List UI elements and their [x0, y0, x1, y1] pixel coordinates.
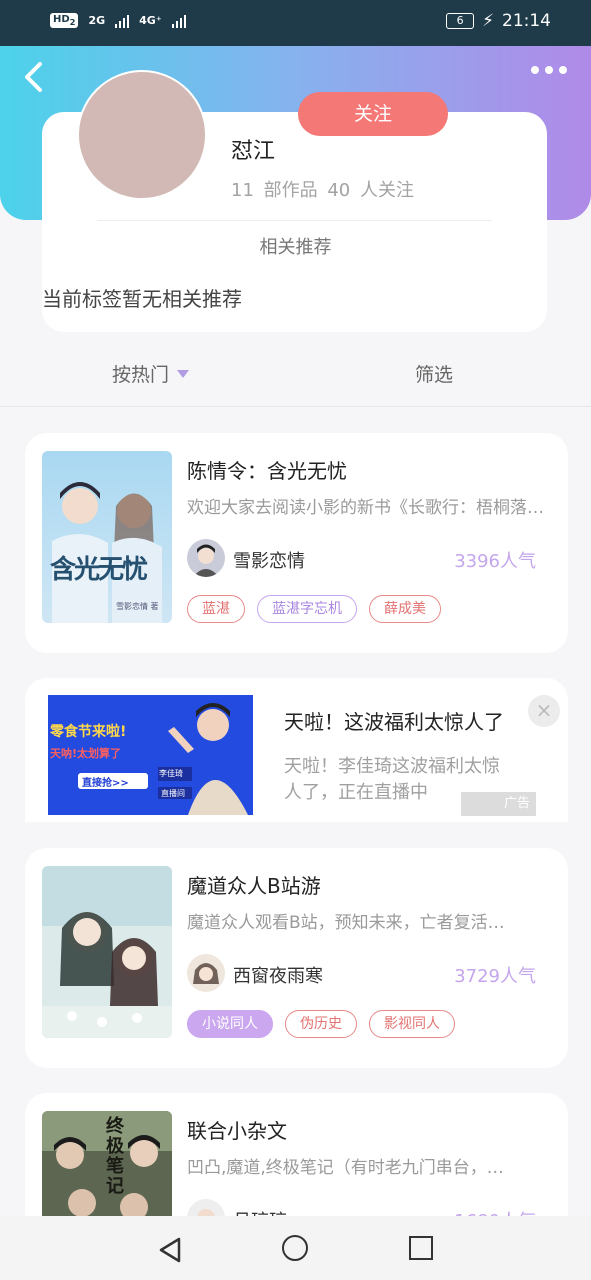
- cover-art: [42, 866, 172, 1038]
- ad-person-name: 李佳琦: [159, 769, 183, 778]
- cover-author-text: 雪影恋情 著: [116, 602, 159, 611]
- cover-title-text: 含光无忧: [50, 555, 148, 585]
- tag-list: 小说同人 伪历史 影视同人: [187, 1010, 455, 1038]
- book-description: 凹凸,魔道,终极笔记（有时老九门串台，…: [187, 1158, 504, 1178]
- tag-list: 蓝湛 蓝湛字忘机 薛成美: [187, 595, 441, 623]
- more-dot: [531, 66, 539, 74]
- book-description: 欢迎大家去阅读小影的新书《长歌行：梧桐落…: [187, 498, 544, 518]
- book-card[interactable]: 魔道众人B站游 魔道众人观看B站，预知未来，亡者复活… 西窗夜雨寒 3729人气…: [25, 848, 568, 1068]
- sort-hot-button[interactable]: 按热门: [112, 360, 190, 387]
- more-dot: [559, 66, 567, 74]
- book-cover[interactable]: 终极笔记: [42, 1111, 172, 1233]
- author-avatar[interactable]: [77, 70, 207, 200]
- sim-number: 2: [69, 16, 76, 27]
- popularity-count: 3396人气: [454, 551, 536, 572]
- ad-image[interactable]: 零食节来啦! 天呐!太划算了 直接抢>> 李佳琦 直播间: [48, 695, 253, 815]
- net-4g-label: 4G⁺: [139, 13, 162, 27]
- more-button[interactable]: [531, 66, 567, 74]
- book-card[interactable]: 含光无忧 雪影恋情 著 陈情令：含光无忧 欢迎大家去阅读小影的新书《长歌行：梧桐…: [25, 433, 568, 653]
- dropdown-triangle-icon: [177, 369, 190, 378]
- nav-back-button[interactable]: [157, 1236, 183, 1268]
- signal-icon-2: [171, 12, 186, 28]
- follow-button[interactable]: 关注: [298, 92, 448, 136]
- ad-badge: 广告: [461, 792, 536, 816]
- book-title[interactable]: 联合小杂文: [187, 1115, 287, 1144]
- author-name[interactable]: 雪影恋情: [233, 547, 305, 573]
- status-bar: HD2 2G 4G⁺ 6 ⚡ 21:14: [0, 0, 591, 46]
- status-left: HD2 2G 4G⁺: [50, 12, 186, 28]
- ad-title[interactable]: 天啦！这波福利太惊人了: [284, 706, 534, 735]
- book-title[interactable]: 陈情令：含光无忧: [187, 455, 347, 484]
- divider: [97, 220, 492, 221]
- signal-icon: [115, 12, 130, 28]
- nav-home-button[interactable]: [282, 1235, 308, 1261]
- tag[interactable]: 蓝湛字忘机: [257, 595, 357, 623]
- tag[interactable]: 小说同人: [187, 1010, 273, 1038]
- status-right: 6 ⚡ 21:14: [446, 11, 551, 31]
- more-dot: [545, 66, 553, 74]
- author-name: 怼江: [231, 139, 276, 164]
- ad-live-label: 直播间: [161, 789, 185, 798]
- tag[interactable]: 薛成美: [369, 595, 441, 623]
- net-2g-label: 2G: [88, 13, 106, 27]
- related-title: 相关推荐: [259, 237, 332, 258]
- book-cover[interactable]: [42, 866, 172, 1038]
- ad-close-button[interactable]: ×: [528, 695, 560, 727]
- system-nav-bar: [0, 1216, 591, 1280]
- hd-badge: HD2: [50, 12, 79, 28]
- book-description: 魔道众人观看B站，预知未来，亡者复活…: [187, 913, 505, 933]
- book-title[interactable]: 魔道众人B站游: [187, 870, 321, 899]
- nav-recent-button[interactable]: [409, 1236, 433, 1260]
- chevron-left-icon: [25, 62, 42, 92]
- back-button[interactable]: [20, 60, 50, 94]
- filter-button[interactable]: 筛选: [415, 360, 453, 387]
- sort-hot-label: 按热门: [112, 364, 170, 386]
- battery-icon: 6: [446, 13, 475, 29]
- nav-back-icon: [159, 1237, 181, 1263]
- related-empty-text: 当前标签暂无相关推荐: [42, 287, 242, 311]
- tag[interactable]: 伪历史: [285, 1010, 357, 1038]
- divider: [0, 406, 591, 407]
- hd-text: HD: [53, 13, 70, 25]
- author-avatar[interactable]: [187, 539, 225, 577]
- tag[interactable]: 影视同人: [369, 1010, 455, 1038]
- book-cover[interactable]: 含光无忧 雪影恋情 著: [42, 451, 172, 623]
- tag[interactable]: 蓝湛: [187, 595, 245, 623]
- charging-icon: ⚡: [482, 11, 494, 31]
- cover-art: [42, 451, 172, 623]
- book-card[interactable]: 终极笔记 联合小杂文 凹凸,魔道,终极笔记（有时老九门串台，… 月琼琼 1680…: [25, 1093, 568, 1233]
- ad-headline: 零食节来啦!: [50, 724, 127, 740]
- cover-title-text: 终极笔记: [106, 1116, 124, 1197]
- popularity-count: 3729人气: [454, 966, 536, 987]
- ad-subheadline: 天呐!太划算了: [50, 747, 122, 760]
- clock: 21:14: [502, 11, 551, 31]
- ad-card[interactable]: 零食节来啦! 天呐!太划算了 直接抢>> 李佳琦 直播间 天啦！这波福利太惊人了…: [25, 678, 568, 822]
- author-stats: 11 部作品 40 人关注: [231, 180, 414, 201]
- close-icon: ×: [535, 698, 553, 722]
- author-name[interactable]: 西窗夜雨寒: [233, 962, 323, 988]
- ad-grab-button: 直接抢>>: [82, 778, 129, 789]
- author-avatar[interactable]: [187, 954, 225, 992]
